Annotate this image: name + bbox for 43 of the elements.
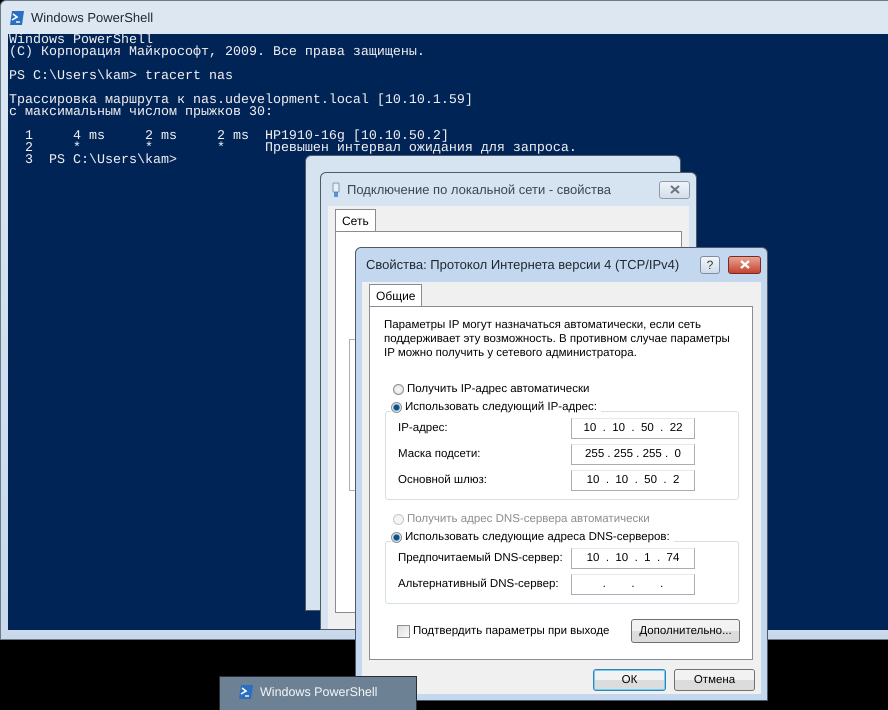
close-icon	[738, 260, 750, 269]
checkbox[interactable]	[397, 624, 410, 638]
radio-button[interactable]	[393, 384, 404, 394]
radio-label: Получить адрес DNS-сервера автоматически	[407, 513, 650, 525]
console-line: (C) Корпорация Майкрософт, 2009. Все права защищены.	[9, 47, 426, 59]
close-button[interactable]	[659, 180, 690, 198]
checkbox-label: Подтвердить параметры при выходе	[413, 625, 610, 637]
radio-button[interactable]	[391, 532, 402, 542]
console-line: 3 PS C:\Users\kam>	[24, 155, 178, 167]
network-icon	[331, 182, 341, 198]
ip-address-field[interactable]: . . .	[571, 574, 695, 594]
field-label: IP-адрес:	[398, 422, 449, 434]
ip-address-field[interactable]: 255 . 255 . 255 . 0	[571, 444, 695, 464]
dialog-button[interactable]: Отмена	[674, 669, 755, 691]
field-label: Альтернативный DNS-сервер:	[398, 578, 560, 590]
field-label: Предпочитаемый DNS-сервер:	[398, 552, 564, 564]
taskbar-preview[interactable]: Windows PowerShell	[219, 676, 417, 710]
radio-button[interactable]	[391, 402, 402, 412]
taskbar-preview-title: Windows PowerShell	[260, 685, 378, 699]
ip-address-field[interactable]: 10 . 10 . 1 . 74	[571, 548, 695, 568]
close-icon	[668, 185, 680, 194]
console-line: Трассировка маршрута к nas.udevelopment.local [10.10.1.59]	[9, 95, 474, 107]
powershell-icon	[9, 10, 25, 26]
powershell-icon	[238, 684, 254, 700]
tab[interactable]: Общие	[369, 284, 422, 306]
window-title: Подключение по локальной сети - свойства	[347, 182, 611, 197]
radio-label: Использовать следующий IP-адрес:	[405, 401, 597, 413]
field-label: Основной шлюз:	[398, 474, 488, 486]
console-line: PS C:\Users\kam> tracert nas	[9, 71, 234, 83]
close-button[interactable]	[728, 256, 761, 274]
console-line: с максимальным числом прыжков 30:	[9, 107, 273, 119]
radio-label: Получить IP-адрес автоматически	[407, 383, 590, 395]
dialog-button[interactable]: ОК	[593, 669, 666, 691]
ip-address-field[interactable]: 10 . 10 . 50 . 2	[571, 470, 695, 490]
window-title: Свойства: Протокол Интернета версии 4 (TCP/IPv4)	[366, 257, 680, 272]
field-label: Маска подсети:	[398, 448, 482, 460]
advanced-button[interactable]: Дополнительно...	[631, 619, 740, 643]
ip-address-field[interactable]: 10 . 10 . 50 . 22	[571, 418, 695, 438]
window-title: Windows PowerShell	[31, 10, 154, 25]
tab[interactable]: Сеть	[335, 209, 376, 231]
radio-label: Использовать следующие адреса DNS-серверов:	[405, 531, 670, 543]
help-button[interactable]: ?	[700, 256, 720, 274]
description-text: Параметры IP могут назначаться автоматически, если сеть поддерживает эту возможность. В противном случае параметры IP можно получить у сетевого администратора.	[384, 318, 731, 360]
